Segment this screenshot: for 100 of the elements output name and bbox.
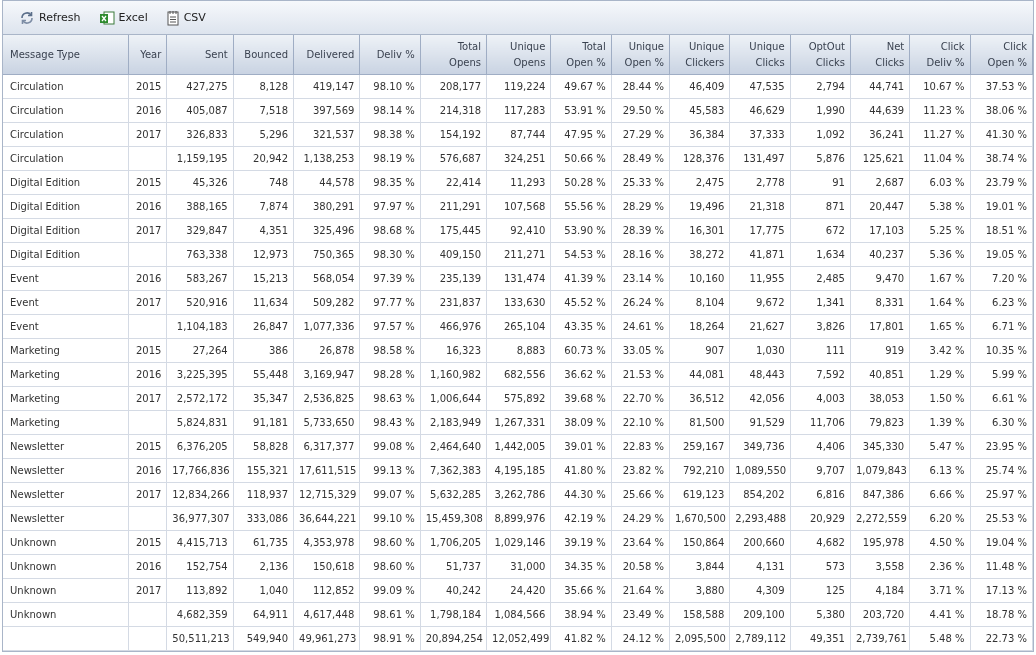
column-header[interactable]: Total Open % — [550, 35, 612, 75]
table-cell: 3,844 — [669, 554, 730, 579]
table-cell: 8,331 — [850, 290, 910, 315]
toolbar-button[interactable]: CSV — [159, 6, 212, 29]
table-cell: 10.35 % — [970, 338, 1033, 363]
table-cell: 20,894,254 — [420, 626, 487, 651]
table-cell: 99.10 % — [359, 506, 421, 531]
table-cell: 2016 — [128, 554, 167, 579]
column-header[interactable]: Deliv % — [359, 35, 421, 75]
table-cell: 26,878 — [293, 338, 360, 363]
table-cell: 6.30 % — [970, 410, 1033, 435]
table-cell: 466,976 — [420, 314, 487, 339]
table-cell: 19.05 % — [970, 242, 1033, 267]
column-header[interactable]: Year — [128, 35, 167, 75]
toolbar-button[interactable]: Excel — [92, 6, 154, 29]
table-cell — [128, 626, 167, 651]
table-cell: Digital Edition — [3, 170, 129, 195]
table-cell: 42,056 — [729, 386, 791, 411]
table-cell: 6,816 — [790, 482, 851, 507]
table-cell: 22.73 % — [970, 626, 1033, 651]
table-cell: 97.57 % — [359, 314, 421, 339]
table-cell: 44,741 — [850, 74, 910, 99]
table-cell: 53.90 % — [550, 218, 612, 243]
table-cell: 6.66 % — [909, 482, 971, 507]
table-cell: 128,376 — [669, 146, 730, 171]
table-cell: 1.39 % — [909, 410, 971, 435]
table-cell: 333,086 — [233, 506, 294, 531]
table-cell: 259,167 — [669, 434, 730, 459]
table-cell: 16,301 — [669, 218, 730, 243]
column-header[interactable]: Sent — [166, 35, 234, 75]
table-cell: 847,386 — [850, 482, 910, 507]
table-cell: 8,883 — [486, 338, 551, 363]
table-cell: 28.39 % — [611, 218, 670, 243]
table-cell: 9,707 — [790, 458, 851, 483]
table-cell: Newsletter — [3, 482, 129, 507]
column-header[interactable]: Bounced — [233, 35, 294, 75]
column-header[interactable]: Unique Opens — [486, 35, 551, 75]
table-cell: 1,442,005 — [486, 434, 551, 459]
table-cell: 45.52 % — [550, 290, 612, 315]
table-cell: Marketing — [3, 338, 129, 363]
table-cell: 5.36 % — [909, 242, 971, 267]
column-header[interactable]: Click Open % — [970, 35, 1033, 75]
column-header[interactable]: Total Opens — [420, 35, 487, 75]
table-cell: 39.19 % — [550, 530, 612, 555]
column-header[interactable]: Click Deliv % — [909, 35, 971, 75]
table-cell: 48,443 — [729, 362, 791, 387]
column-header[interactable]: OptOut Clicks — [790, 35, 851, 75]
table-cell: 195,978 — [850, 530, 910, 555]
table-cell: 386 — [233, 338, 294, 363]
table-cell: 19,496 — [669, 194, 730, 219]
table-cell: 209,100 — [729, 602, 791, 627]
table-cell: 4,617,448 — [293, 602, 360, 627]
table-cell: 4,415,713 — [166, 530, 234, 555]
table-cell: 44,639 — [850, 98, 910, 123]
column-header[interactable]: Unique Clickers — [669, 35, 730, 75]
table-cell: 49.67 % — [550, 74, 612, 99]
column-header[interactable]: Unique Open % — [611, 35, 670, 75]
table-cell: 20,942 — [233, 146, 294, 171]
table-cell: 1,079,843 — [850, 458, 910, 483]
table-cell: 39.68 % — [550, 386, 612, 411]
table-cell: 8,128 — [233, 74, 294, 99]
table-cell: 23.79 % — [970, 170, 1033, 195]
column-header[interactable]: Net Clicks — [850, 35, 910, 75]
table-cell: 11.48 % — [970, 554, 1033, 579]
table-cell: 2016 — [128, 266, 167, 291]
column-header[interactable]: Unique Clicks — [729, 35, 791, 75]
spreadsheet-icon — [98, 9, 115, 26]
table-cell: 11,293 — [486, 170, 551, 195]
table-cell — [128, 602, 167, 627]
table-cell: 2,572,172 — [166, 386, 234, 411]
column-header[interactable]: Delivered — [293, 35, 360, 75]
table-cell: 40,237 — [850, 242, 910, 267]
table-cell: 33.05 % — [611, 338, 670, 363]
toolbar-button[interactable]: Refresh — [13, 6, 87, 29]
table-cell: 1,267,331 — [486, 410, 551, 435]
table-cell: 111 — [790, 338, 851, 363]
table-cell: 211,291 — [420, 194, 487, 219]
table-cell: 763,338 — [166, 242, 234, 267]
table-cell: 2,536,825 — [293, 386, 360, 411]
table-cell: 26.24 % — [611, 290, 670, 315]
table-cell: 16,323 — [420, 338, 487, 363]
table-cell: 11.23 % — [909, 98, 971, 123]
table-cell: 23.49 % — [611, 602, 670, 627]
table-cell: 6,376,205 — [166, 434, 234, 459]
table-cell: 2,778 — [729, 170, 791, 195]
table-cell: 4,682 — [790, 530, 851, 555]
table-cell: Event — [3, 290, 129, 315]
table-cell: 1,670,500 — [669, 506, 730, 531]
table-cell: 5,733,650 — [293, 410, 360, 435]
table-cell: 150,618 — [293, 554, 360, 579]
table-cell: 3.42 % — [909, 338, 971, 363]
table-cell: 50,511,213 — [166, 626, 234, 651]
table-cell: 43.35 % — [550, 314, 612, 339]
table-cell: 1,006,644 — [420, 386, 487, 411]
table-cell: 4,309 — [729, 578, 791, 603]
table-cell: 98.19 % — [359, 146, 421, 171]
column-header[interactable]: Message Type — [3, 35, 129, 75]
table-cell: 25.74 % — [970, 458, 1033, 483]
table-cell: 36,512 — [669, 386, 730, 411]
table-cell: 1.67 % — [909, 266, 971, 291]
